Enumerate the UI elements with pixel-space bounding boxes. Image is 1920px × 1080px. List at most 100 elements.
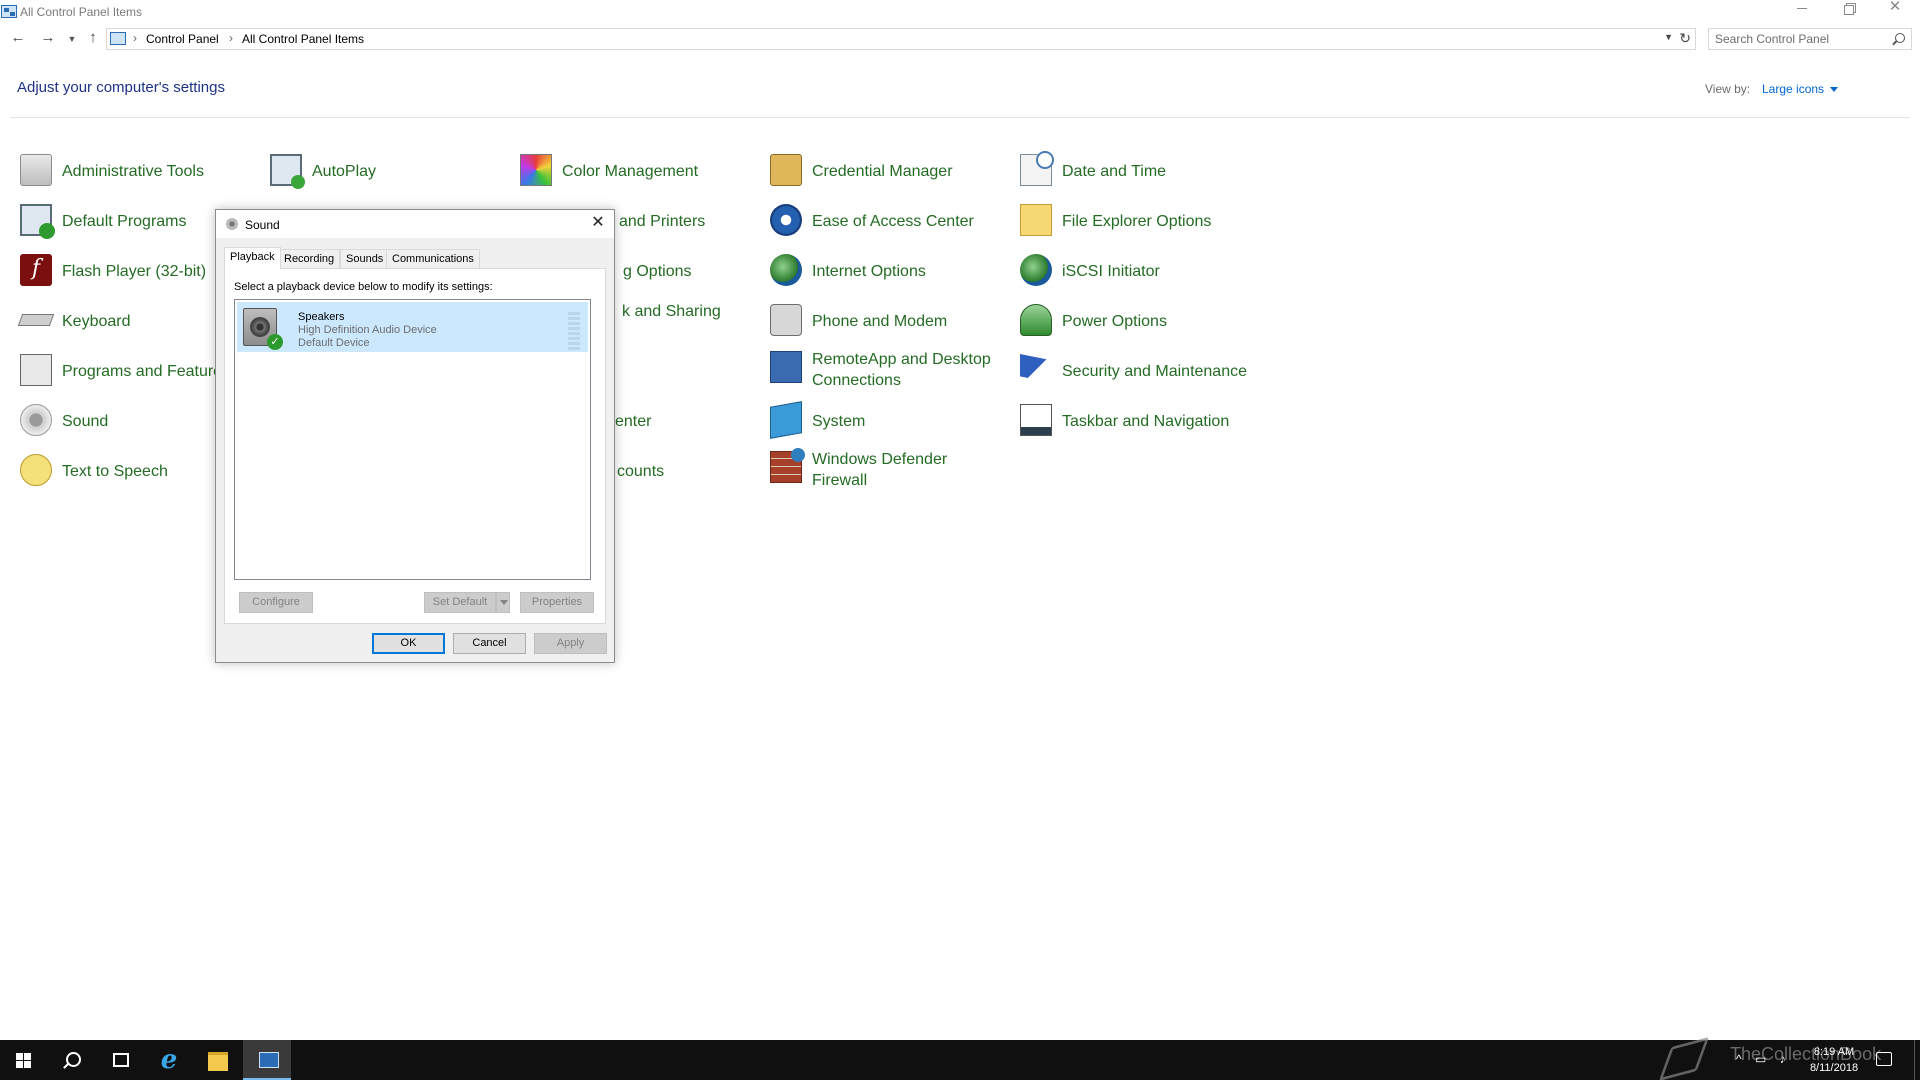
remoteapp-icon xyxy=(770,351,802,383)
power-options-icon xyxy=(1020,304,1052,336)
cp-item-label: Flash Player (32-bit) xyxy=(62,263,207,280)
security-maintenance-icon xyxy=(1020,354,1052,383)
tab-playback[interactable]: Playback xyxy=(224,247,281,269)
windows-logo-icon-part xyxy=(16,1061,23,1068)
forward-button[interactable]: → xyxy=(38,29,58,49)
cp-item-label: and Printers xyxy=(619,213,706,230)
cp-item-label: Ease of Access Center xyxy=(812,213,974,230)
playback-instruction: Select a playback device below to modify… xyxy=(234,281,493,293)
taskbar-search-button[interactable] xyxy=(48,1040,96,1080)
arrow-up-icon: ↑ xyxy=(89,29,97,46)
date-time-icon xyxy=(1020,151,1054,186)
refresh-icon[interactable]: ↻ xyxy=(1679,30,1691,47)
tab-communications[interactable]: Communications xyxy=(386,249,480,268)
close-window-button[interactable]: ✕ xyxy=(1872,0,1918,24)
cp-item-label: Administrative Tools xyxy=(62,163,204,180)
volume-icon[interactable]: ♪ xyxy=(1780,1052,1786,1066)
cp-item-label: System xyxy=(812,413,866,430)
cp-item-label: Programs and Feature xyxy=(62,363,223,380)
device-name: Speakers xyxy=(298,311,345,323)
cp-item-label: k and Sharing xyxy=(622,303,721,320)
tab-recording[interactable]: Recording xyxy=(278,249,341,268)
credential-manager-icon xyxy=(770,154,802,186)
cp-item-label: Date and Time xyxy=(1062,163,1167,180)
back-button[interactable]: ← xyxy=(8,29,28,49)
cp-item-label: Power Options xyxy=(1062,313,1167,330)
tab-sounds[interactable]: Sounds xyxy=(340,249,390,268)
device-status: Default Device xyxy=(298,337,370,349)
address-bar[interactable]: › Control Panel › All Control Panel Item… xyxy=(106,28,1696,50)
control-panel-taskbar-icon[interactable] xyxy=(243,1040,291,1080)
apply-button[interactable]: Apply xyxy=(534,633,607,654)
window-title: All Control Panel Items xyxy=(20,5,143,19)
cp-item-firewall[interactable]: Windows Defender Firewall xyxy=(770,448,990,489)
volume-meter xyxy=(568,310,580,350)
page-title: Adjust your computer's settings xyxy=(17,79,225,96)
playback-device-list[interactable]: ✓ Speakers High Definition Audio Device … xyxy=(234,299,591,580)
task-view-button[interactable] xyxy=(96,1040,144,1080)
title-bar: All Control Panel Items ✕ xyxy=(0,0,1920,24)
action-center-icon[interactable] xyxy=(1876,1052,1892,1066)
watermark-book-icon xyxy=(1658,1036,1710,1080)
sound-dialog: Sound ✕ Playback Recording Sounds Commun… xyxy=(215,209,615,663)
search-input[interactable] xyxy=(1709,29,1889,49)
search-icon[interactable] xyxy=(1895,33,1905,43)
clock[interactable]: 8:19 AM 8/11/2018 xyxy=(1806,1044,1862,1076)
show-desktop-button[interactable] xyxy=(1914,1040,1920,1080)
address-dropdown-icon[interactable]: ▼ xyxy=(1664,32,1673,42)
keyboard-icon xyxy=(17,314,55,326)
internet-explorer-icon[interactable]: e xyxy=(145,1040,193,1080)
search-box[interactable] xyxy=(1708,28,1912,50)
breadcrumb-all-items[interactable]: All Control Panel Items xyxy=(242,32,364,46)
programs-features-icon xyxy=(20,354,52,386)
clock-time: 8:19 AM xyxy=(1813,1046,1855,1058)
ok-button[interactable]: OK xyxy=(372,633,445,654)
view-by-label: View by: xyxy=(1705,82,1751,96)
file-explorer-options-icon xyxy=(1020,204,1052,236)
view-by-dropdown[interactable]: Large icons xyxy=(1762,82,1838,96)
dialog-close-button[interactable]: ✕ xyxy=(588,214,608,234)
start-button[interactable] xyxy=(0,1040,48,1080)
configure-button[interactable]: Configure xyxy=(239,592,313,613)
header-divider xyxy=(10,117,1910,118)
cp-item-remoteapp[interactable]: RemoteApp and Desktop Connections xyxy=(770,349,991,389)
set-default-dropdown-button[interactable] xyxy=(496,592,510,613)
cp-item-label: g Options xyxy=(623,263,692,280)
properties-button[interactable]: Properties xyxy=(520,592,594,613)
ease-of-access-icon xyxy=(770,204,802,236)
dialog-title-bar[interactable]: Sound ✕ xyxy=(216,210,614,238)
file-explorer-taskbar-icon[interactable] xyxy=(194,1040,242,1080)
system-icon xyxy=(770,401,802,439)
default-check-icon: ✓ xyxy=(267,334,283,350)
minimize-button[interactable] xyxy=(1780,0,1826,24)
iscsi-initiator-icon xyxy=(1020,254,1052,286)
cp-item-label: Sound xyxy=(62,413,109,430)
breadcrumb-separator-icon: › xyxy=(133,31,137,45)
control-panel-icon xyxy=(1,5,17,18)
cp-item-label: Security and Maintenance xyxy=(1062,363,1247,380)
control-panel-location-icon xyxy=(110,32,126,45)
flash-player-icon: f xyxy=(20,254,52,286)
cp-item-label: Phone and Modem xyxy=(812,313,948,330)
breadcrumb-control-panel[interactable]: Control Panel xyxy=(146,32,219,46)
cancel-button[interactable]: Cancel xyxy=(453,633,526,654)
cp-item-label: Text to Speech xyxy=(62,463,168,480)
cp-item-label: Default Programs xyxy=(62,213,187,230)
up-button[interactable]: ↑ xyxy=(83,29,103,49)
restore-button[interactable] xyxy=(1826,0,1872,24)
set-default-button[interactable]: Set Default xyxy=(424,592,496,613)
cp-item-label: Taskbar and Navigation xyxy=(1062,413,1230,430)
arrow-left-icon: ← xyxy=(10,29,26,46)
cp-item-label: Internet Options xyxy=(812,263,926,280)
breadcrumb-separator-icon: › xyxy=(229,31,233,45)
network-icon[interactable]: ▭ xyxy=(1755,1052,1766,1066)
chevron-up-icon[interactable]: ^ xyxy=(1736,1052,1742,1066)
autoplay-icon xyxy=(270,154,305,189)
taskbar-navigation-icon xyxy=(1020,404,1052,436)
recent-locations-button[interactable]: ▼ xyxy=(62,29,82,49)
speaker-icon xyxy=(226,218,238,230)
device-speakers[interactable]: ✓ Speakers High Definition Audio Device … xyxy=(237,302,588,352)
phone-modem-icon xyxy=(770,304,802,336)
taskbar: e TheCollectionBook ^ ▭ ♪ 8:19 AM 8/11/2… xyxy=(0,1036,1920,1080)
internet-options-icon xyxy=(770,254,802,286)
